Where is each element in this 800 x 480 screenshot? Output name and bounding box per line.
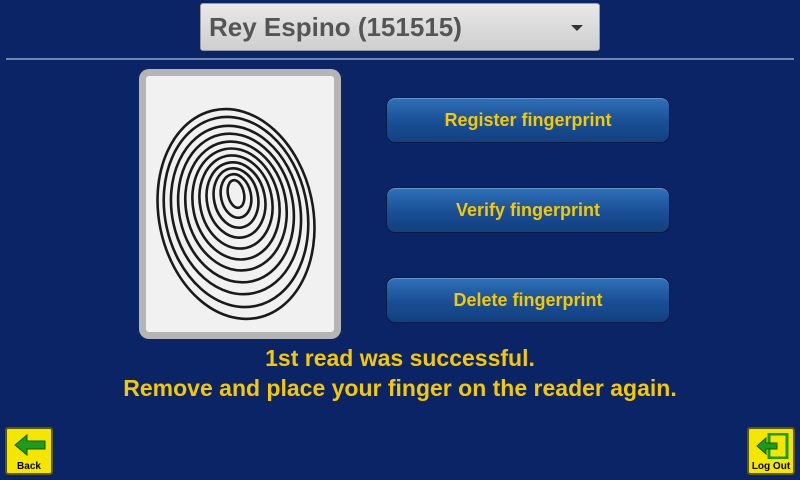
arrow-left-icon bbox=[14, 433, 46, 457]
back-label: Back bbox=[17, 461, 41, 472]
user-select-value: Rey Espino (151515) bbox=[209, 11, 462, 42]
chevron-down-icon bbox=[571, 25, 583, 31]
status-message-line1: 1st read was successful. bbox=[265, 345, 535, 371]
verify-fingerprint-button[interactable]: Verify fingerprint bbox=[386, 187, 670, 233]
status-message-line2: Remove and place your finger on the read… bbox=[123, 375, 677, 401]
register-fingerprint-label: Register fingerprint bbox=[444, 109, 612, 130]
logout-button[interactable]: Log Out bbox=[747, 427, 795, 475]
fingerprint-preview bbox=[139, 69, 341, 339]
delete-fingerprint-button[interactable]: Delete fingerprint bbox=[386, 277, 670, 323]
logout-label: Log Out bbox=[751, 461, 791, 472]
fingerprint-icon bbox=[156, 107, 316, 321]
logout-icon bbox=[756, 433, 789, 459]
divider bbox=[6, 58, 794, 60]
user-select[interactable]: Rey Espino (151515) bbox=[200, 3, 600, 51]
verify-fingerprint-label: Verify fingerprint bbox=[455, 199, 601, 220]
delete-fingerprint-label: Delete fingerprint bbox=[453, 289, 603, 310]
register-fingerprint-button[interactable]: Register fingerprint bbox=[386, 97, 670, 143]
back-button[interactable]: Back bbox=[5, 427, 53, 475]
